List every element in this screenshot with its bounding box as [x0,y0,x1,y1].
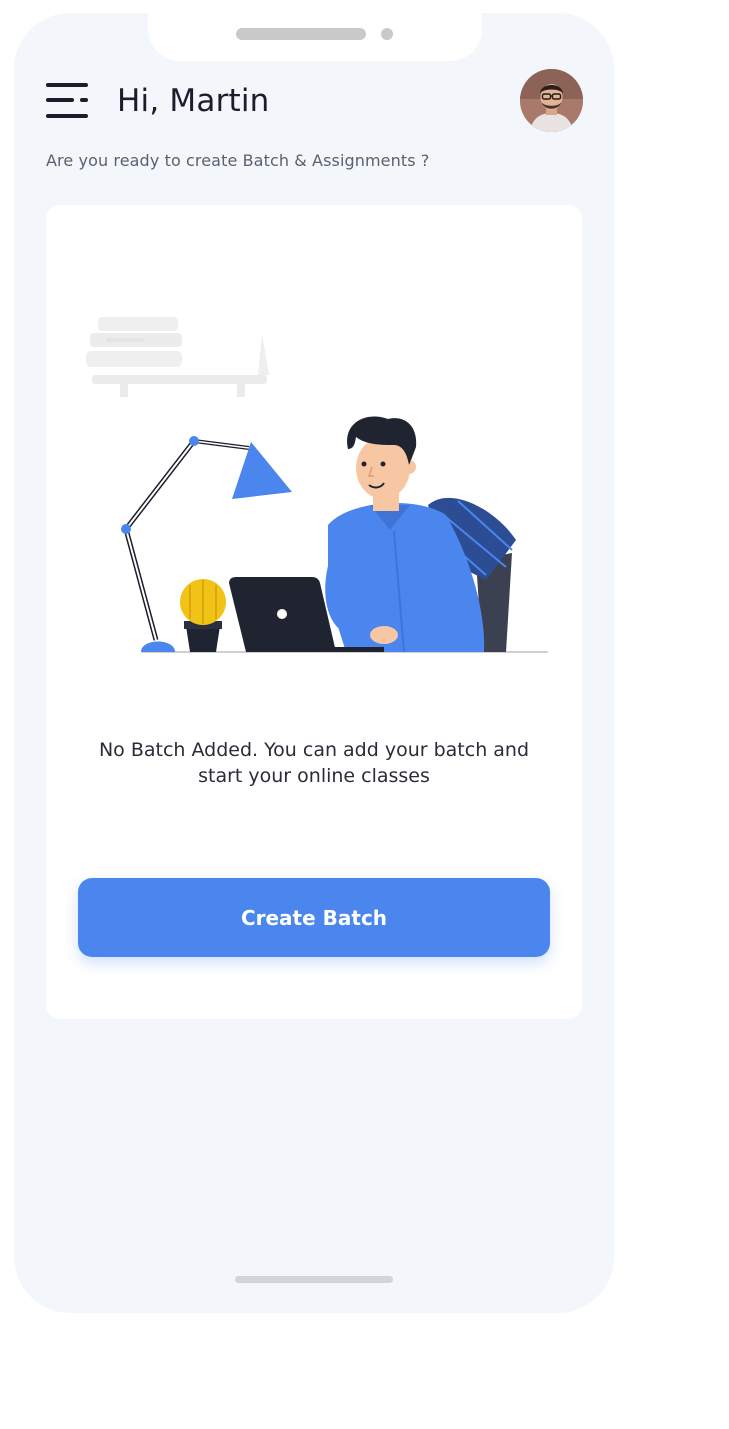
front-camera [381,28,393,40]
create-batch-button[interactable]: Create Batch [78,878,550,957]
phone-notch [148,13,482,61]
phone-frame: Hi, Martin Are you ready to create Batch… [14,13,614,1313]
shelf-with-books [86,317,269,397]
avatar-photo [520,69,583,132]
home-indicator[interactable] [235,1276,393,1283]
user-avatar[interactable] [520,69,583,132]
person-working-at-laptop-illustration [86,317,548,653]
cactus-plant [180,579,226,652]
greeting-title: Hi, Martin [117,83,270,119]
menu-icon[interactable] [44,81,90,121]
greeting-subtitle: Are you ready to create Batch & Assignme… [46,151,430,170]
empty-batch-card: No Batch Added. You can add your batch a… [46,205,582,1019]
empty-state-message: No Batch Added. You can add your batch a… [98,739,530,787]
speaker-grille [236,28,366,40]
